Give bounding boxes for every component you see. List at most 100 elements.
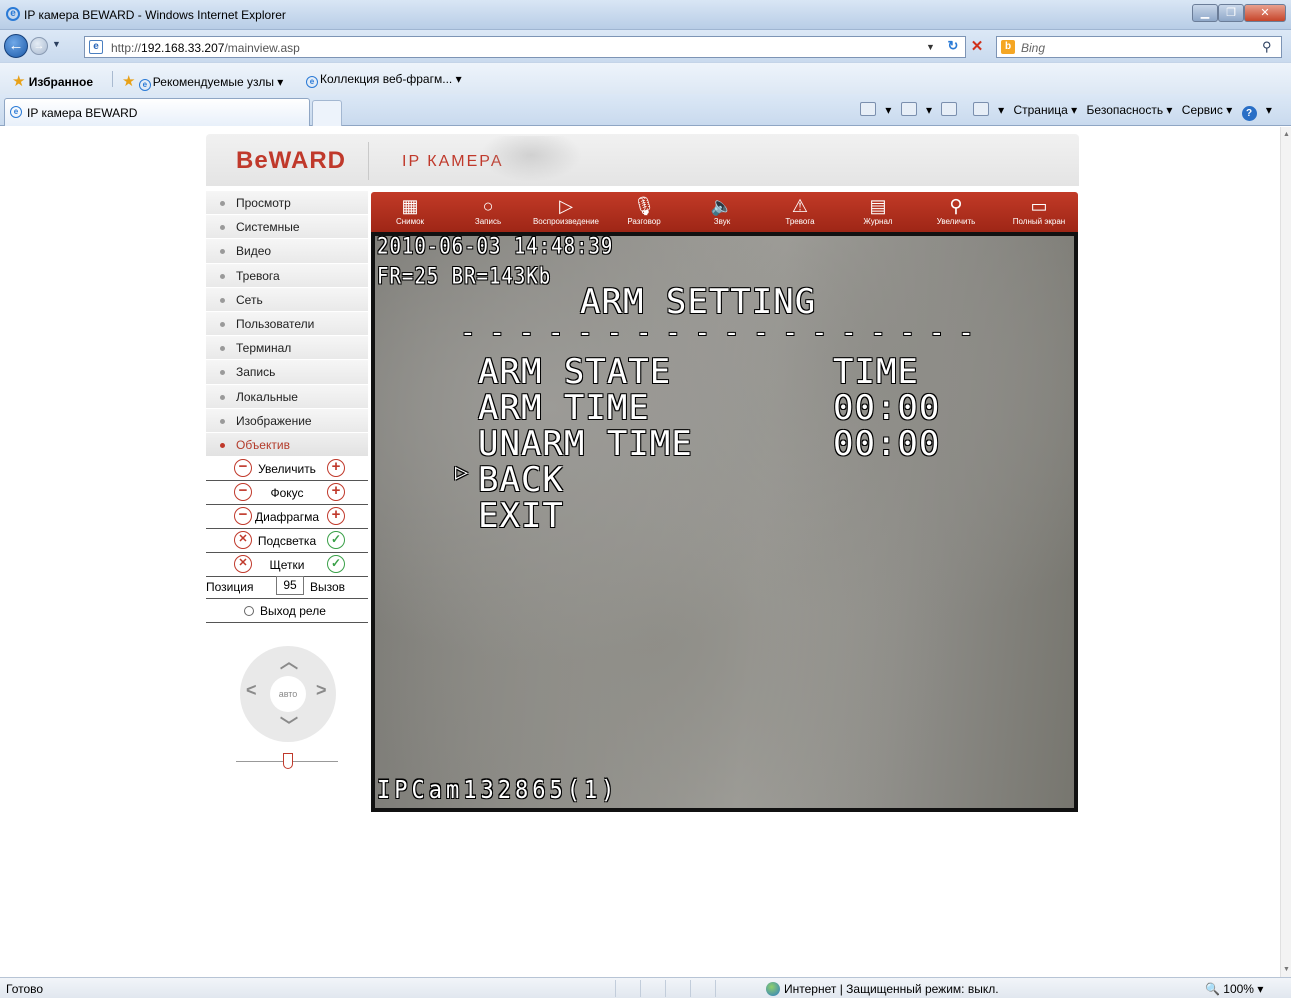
- backlight-control: ✕ Подсветка ✓: [206, 529, 368, 553]
- osd-arm-time-value: 00:00: [833, 388, 941, 428]
- sound-button[interactable]: 🔈 Звук: [683, 192, 761, 232]
- sidebar-item-system[interactable]: Системные: [206, 215, 368, 240]
- vertical-scrollbar[interactable]: ▲ ▼: [1280, 127, 1291, 977]
- home-icon[interactable]: ▾: [860, 102, 891, 117]
- mail-icon[interactable]: [941, 102, 963, 117]
- favorites-button[interactable]: ★ Избранное: [12, 72, 93, 90]
- ptz-auto-button[interactable]: авто: [270, 676, 306, 712]
- wiper-on-icon[interactable]: ✓: [327, 555, 345, 573]
- zoom-level-button[interactable]: 🔍 100% ▾: [1205, 982, 1263, 996]
- sidebar-item-lens[interactable]: Объектив: [206, 432, 368, 458]
- tab-bar: e IP камера BEWARD ▾ ▾ ▾ Страница ▾ Безо…: [0, 94, 1291, 126]
- stop-icon[interactable]: ✕: [968, 37, 986, 55]
- back-button[interactable]: ←: [4, 34, 28, 58]
- ptz-control-pad: ︿ ﹀ < > авто: [240, 646, 336, 742]
- bullet-icon: [220, 321, 225, 327]
- web-slice-gallery-link[interactable]: e Коллекция веб-фрагм... ▾: [306, 72, 462, 88]
- divider: [615, 980, 616, 997]
- tab-camera[interactable]: e IP камера BEWARD: [4, 98, 310, 126]
- microphone-icon: 🎙: [632, 196, 656, 216]
- snapshot-button[interactable]: ▦ Снимок: [371, 192, 449, 232]
- playback-button[interactable]: ▷ Воспроизведение: [527, 192, 605, 232]
- help-menu[interactable]: ? ▾: [1241, 103, 1272, 121]
- fullscreen-button[interactable]: ▭ Полный экран: [1000, 192, 1078, 232]
- search-input[interactable]: b Bing: [996, 36, 1282, 58]
- camera-toolbar: ▦ Снимок ○ Запись ▷ Воспроизведение 🎙 Разгов…: [371, 192, 1078, 232]
- page-icon: e: [89, 40, 103, 54]
- osd-camera-name: IPCam132865(1): [377, 776, 619, 805]
- sidebar-item-view[interactable]: Просмотр: [206, 191, 368, 216]
- scroll-down-icon[interactable]: ▼: [1283, 966, 1290, 973]
- page-menu[interactable]: Страница ▾: [1013, 103, 1077, 117]
- refresh-icon[interactable]: ↻: [944, 38, 962, 56]
- sidebar-item-image[interactable]: Изображение: [206, 408, 368, 433]
- position-input[interactable]: 95: [276, 576, 304, 595]
- relay-output-radio[interactable]: [244, 606, 254, 616]
- window-titlebar: e IP камера BEWARD - Windows Internet Ex…: [0, 0, 1291, 30]
- security-zone[interactable]: Интернет | Защищенный режим: выкл.: [766, 982, 999, 996]
- search-icon[interactable]: ⚲: [1262, 39, 1272, 55]
- url-input[interactable]: e http://192.168.33.207/mainview.asp: [84, 36, 966, 58]
- zoom-in-icon[interactable]: +: [327, 459, 345, 477]
- ie-icon: e: [138, 79, 151, 91]
- url-dropdown-icon[interactable]: ▼: [926, 42, 935, 52]
- world-map-graphic: [476, 136, 586, 184]
- iris-control: − Диафрагма +: [206, 505, 368, 529]
- talk-button[interactable]: 🎙 Разговор: [605, 192, 683, 232]
- sidebar-item-alarm[interactable]: Тревога: [206, 263, 368, 288]
- divider: [665, 980, 666, 997]
- scroll-up-icon[interactable]: ▲: [1283, 131, 1290, 138]
- command-bar: ▾ ▾ ▾ Страница ▾ Безопасность ▾ Сервис ▾…: [860, 102, 1278, 121]
- zoom-slider-thumb[interactable]: [283, 753, 293, 769]
- safety-menu[interactable]: Безопасность ▾: [1087, 103, 1173, 117]
- sidebar-item-users[interactable]: Пользователи: [206, 311, 368, 337]
- help-icon: ?: [1241, 106, 1257, 121]
- osd-unarm-time-label: UNARM TIME: [478, 424, 693, 464]
- add-favorite-icon: ★: [122, 73, 136, 90]
- divider: [112, 71, 113, 87]
- osd-back: BACK: [478, 460, 564, 500]
- sidebar-item-network[interactable]: Сеть: [206, 287, 368, 312]
- sidebar-item-video[interactable]: Видео: [206, 239, 368, 264]
- close-button[interactable]: ✕: [1244, 4, 1286, 22]
- maximize-button[interactable]: ❐: [1218, 4, 1244, 22]
- bullet-icon: [220, 297, 225, 303]
- focus-plus-icon[interactable]: +: [327, 483, 345, 501]
- sidebar-item-terminal[interactable]: Терминал: [206, 336, 368, 361]
- osd-cursor-icon: ▷: [455, 460, 470, 485]
- digital-zoom-button[interactable]: ⚲ Увеличить: [917, 192, 995, 232]
- suggested-sites-link[interactable]: ★ e Рекомендуемые узлы ▾: [122, 72, 283, 91]
- log-button[interactable]: ▤ Журнал: [839, 192, 917, 232]
- clipboard-icon: ▤: [869, 196, 887, 216]
- focus-control: − Фокус +: [206, 481, 368, 505]
- zoom-control: − Увеличить +: [206, 457, 368, 481]
- ptz-right-icon[interactable]: >: [316, 680, 327, 701]
- new-tab-button[interactable]: [312, 100, 342, 126]
- bing-icon: b: [1001, 40, 1015, 54]
- iris-plus-icon[interactable]: +: [327, 507, 345, 525]
- status-text: Готово: [6, 982, 44, 996]
- ie-icon: e: [10, 106, 22, 118]
- print-icon[interactable]: ▾: [972, 102, 1004, 117]
- favorites-bar: ★ Избранное ★ e Рекомендуемые узлы ▾ e Кол…: [0, 62, 1291, 94]
- bullet-icon: [220, 394, 225, 400]
- video-stream[interactable]: 2010-06-03 14:48:39 FR=25 BR=143Kb ARM S…: [371, 232, 1078, 812]
- feeds-icon[interactable]: ▾: [900, 102, 932, 117]
- record-button[interactable]: ○ Запись: [449, 192, 527, 232]
- recent-pages-dropdown-icon[interactable]: ▼: [52, 39, 61, 49]
- backlight-on-icon[interactable]: ✓: [327, 531, 345, 549]
- forward-button[interactable]: →: [30, 37, 48, 55]
- sidebar-item-local[interactable]: Локальные: [206, 384, 368, 409]
- tools-menu[interactable]: Сервис ▾: [1182, 103, 1232, 117]
- preset-position-row: Позиция 95 Вызов: [206, 575, 368, 599]
- sidebar-item-record[interactable]: Запись: [206, 360, 368, 385]
- status-bar: Готово Интернет | Защищенный режим: выкл…: [0, 977, 1291, 998]
- search-placeholder: Bing: [1021, 41, 1046, 55]
- ptz-up-icon[interactable]: ︿: [280, 648, 298, 674]
- osd-arm-time-label: ARM TIME: [478, 388, 650, 428]
- alarm-button[interactable]: ⚠ Тревога: [761, 192, 839, 232]
- ptz-down-icon[interactable]: ﹀: [280, 712, 298, 738]
- minimize-button[interactable]: ▁: [1192, 4, 1218, 22]
- call-preset-button[interactable]: Вызов: [310, 580, 345, 594]
- ptz-left-icon[interactable]: <: [246, 680, 257, 701]
